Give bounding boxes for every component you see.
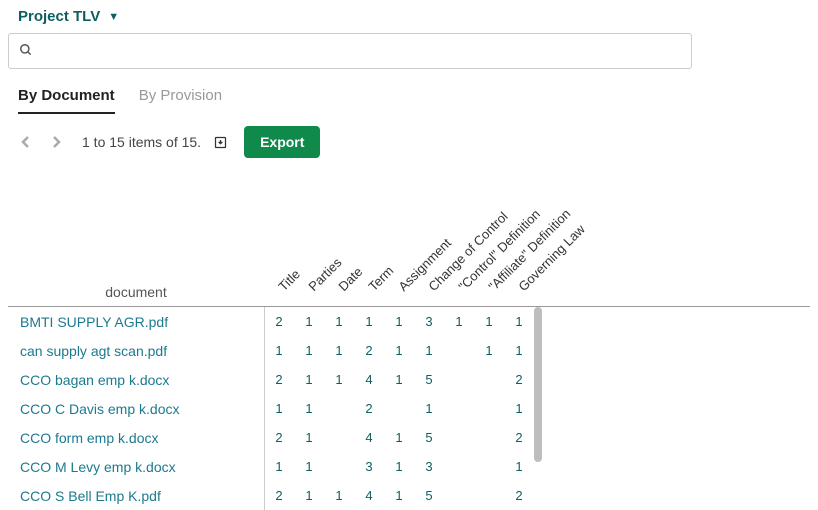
count-cell[interactable]: 2 (504, 372, 534, 387)
document-link[interactable]: CCO M Levy emp k.docx (8, 459, 264, 475)
count-cell[interactable]: 1 (474, 314, 504, 329)
count-cell[interactable]: 1 (414, 343, 444, 358)
download-icon[interactable] (213, 135, 228, 150)
document-link[interactable]: BMTI SUPPLY AGR.pdf (8, 314, 264, 330)
document-link[interactable]: can supply agt scan.pdf (8, 343, 264, 359)
table-body: BMTI SUPPLY AGR.pdf211113111can supply a… (8, 306, 810, 510)
count-cell[interactable]: 1 (414, 401, 444, 416)
export-button[interactable]: Export (244, 126, 320, 158)
count-cell[interactable]: 2 (264, 372, 294, 387)
tab-by-provision[interactable]: By Provision (139, 81, 222, 112)
count-cell[interactable]: 2 (264, 314, 294, 329)
count-cell[interactable]: 1 (504, 401, 534, 416)
pagination-range: 1 to 15 items of 15. (82, 134, 201, 150)
count-cell[interactable]: 1 (324, 372, 354, 387)
count-cell[interactable]: 3 (414, 314, 444, 329)
doc-column-header: document (8, 284, 264, 306)
count-cell[interactable]: 2 (264, 430, 294, 445)
count-cell[interactable]: 1 (504, 459, 534, 474)
count-cell[interactable]: 1 (294, 372, 324, 387)
count-cell[interactable]: 1 (294, 459, 324, 474)
table-row: CCO M Levy emp k.docx113131 (8, 452, 810, 481)
count-cell[interactable]: 1 (324, 488, 354, 503)
count-cell[interactable]: 1 (294, 401, 324, 416)
count-cell[interactable]: 1 (294, 314, 324, 329)
tab-by-document[interactable]: By Document (18, 81, 115, 112)
count-cell[interactable]: 1 (384, 488, 414, 503)
count-cell[interactable]: 2 (354, 343, 384, 358)
count-cell[interactable]: 1 (324, 314, 354, 329)
count-cell[interactable]: 5 (414, 488, 444, 503)
column-header[interactable]: Title (275, 266, 303, 294)
scrollbar[interactable] (534, 307, 542, 462)
search-input[interactable] (41, 43, 681, 59)
document-link[interactable]: CCO bagan emp k.docx (8, 372, 264, 388)
document-link[interactable]: CCO form emp k.docx (8, 430, 264, 446)
count-cell[interactable]: 1 (384, 430, 414, 445)
count-cell[interactable]: 2 (354, 401, 384, 416)
table-row: can supply agt scan.pdf11121111 (8, 336, 810, 365)
count-cell[interactable]: 1 (264, 343, 294, 358)
count-cell[interactable]: 1 (444, 314, 474, 329)
column-header[interactable]: Parties (305, 255, 344, 294)
search-icon (19, 43, 33, 60)
search-input-wrapper[interactable] (8, 33, 692, 69)
count-cell[interactable]: 3 (414, 459, 444, 474)
count-cell[interactable]: 2 (504, 430, 534, 445)
count-cell[interactable]: 1 (264, 459, 294, 474)
count-cell[interactable]: 1 (384, 314, 414, 329)
column-divider (264, 307, 265, 510)
table-row: CCO C Davis emp k.docx11211 (8, 394, 810, 423)
count-cell[interactable]: 1 (294, 343, 324, 358)
table-row: CCO S Bell Emp K.pdf2114152 (8, 481, 810, 510)
count-cell[interactable]: 5 (414, 372, 444, 387)
table-headers: document TitlePartiesDateTermAssignmentC… (8, 166, 810, 306)
view-tabs: By Document By Provision (8, 81, 810, 112)
count-cell[interactable]: 1 (504, 314, 534, 329)
project-selector[interactable]: Project TLV ▼ (8, 6, 810, 33)
caret-down-icon: ▼ (108, 11, 119, 23)
count-cell[interactable]: 4 (354, 430, 384, 445)
count-cell[interactable]: 4 (354, 372, 384, 387)
count-cell[interactable]: 1 (324, 343, 354, 358)
count-cell[interactable]: 1 (384, 372, 414, 387)
count-cell[interactable]: 3 (354, 459, 384, 474)
count-cell[interactable]: 1 (294, 488, 324, 503)
next-page-button[interactable] (46, 132, 66, 152)
count-cell[interactable]: 1 (354, 314, 384, 329)
document-link[interactable]: CCO S Bell Emp K.pdf (8, 488, 264, 504)
count-cell[interactable]: 1 (384, 343, 414, 358)
table-row: BMTI SUPPLY AGR.pdf211113111 (8, 307, 810, 336)
count-cell[interactable]: 1 (384, 459, 414, 474)
project-name: Project TLV (18, 8, 100, 25)
document-link[interactable]: CCO C Davis emp k.docx (8, 401, 264, 417)
column-header[interactable]: Term (365, 263, 396, 294)
count-cell[interactable]: 4 (354, 488, 384, 503)
count-cell[interactable]: 1 (294, 430, 324, 445)
table-row: CCO bagan emp k.docx2114152 (8, 365, 810, 394)
count-cell[interactable]: 5 (414, 430, 444, 445)
count-cell[interactable]: 1 (504, 343, 534, 358)
table-row: CCO form emp k.docx214152 (8, 423, 810, 452)
count-cell[interactable]: 2 (504, 488, 534, 503)
count-cell[interactable]: 2 (264, 488, 294, 503)
prev-page-button[interactable] (16, 132, 36, 152)
count-cell[interactable]: 1 (474, 343, 504, 358)
count-cell[interactable]: 1 (264, 401, 294, 416)
